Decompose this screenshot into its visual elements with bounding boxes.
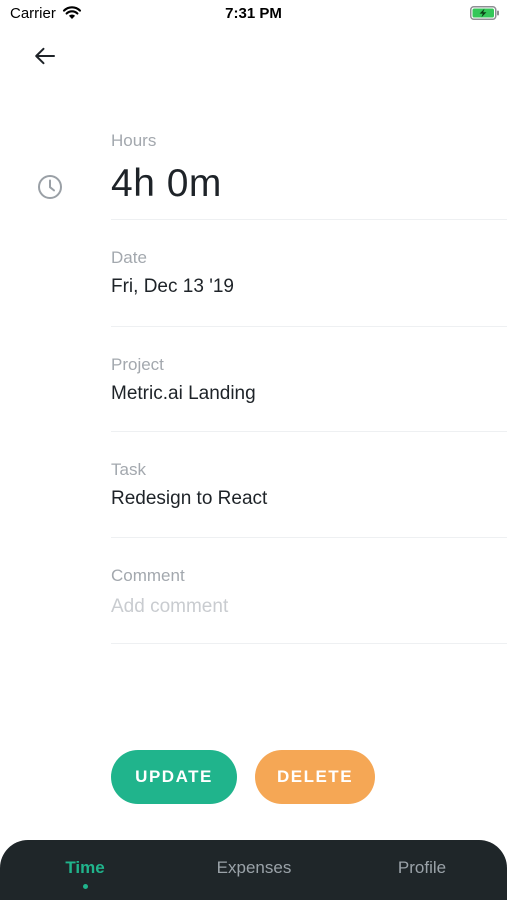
project-value[interactable]: Metric.ai Landing [111, 383, 256, 405]
tab-profile[interactable]: Profile [382, 840, 462, 900]
delete-button[interactable]: DELETE [255, 750, 375, 804]
tab-time-label: Time [65, 858, 105, 877]
battery-charging-icon [470, 6, 499, 20]
date-field[interactable]: Date Fri, Dec 13 '19 [111, 220, 507, 327]
status-bar: Carrier 7:31 PM [0, 0, 507, 28]
hours-label: Hours [111, 131, 157, 150]
arrow-left-icon [35, 47, 55, 65]
tab-bar: Time Expenses Profile [0, 840, 507, 900]
tab-profile-label: Profile [397, 858, 447, 877]
task-field[interactable]: Task Redesign to React [111, 432, 507, 538]
project-field[interactable]: Project Metric.ai Landing [111, 327, 507, 432]
hours-value[interactable]: 4h 0m [111, 162, 222, 206]
active-tab-indicator [82, 884, 88, 889]
comment-field[interactable]: Comment [111, 538, 507, 644]
tab-expenses[interactable]: Expenses [198, 840, 310, 900]
comment-input[interactable] [111, 594, 491, 620]
back-button[interactable] [26, 40, 64, 72]
comment-label: Comment [111, 566, 185, 585]
clock-icon [38, 175, 62, 199]
task-value[interactable]: Redesign to React [111, 488, 267, 510]
date-label: Date [111, 248, 147, 267]
date-value[interactable]: Fri, Dec 13 '19 [111, 276, 234, 298]
tab-time[interactable]: Time [45, 840, 125, 900]
tab-expenses-label: Expenses [216, 858, 292, 877]
task-label: Task [111, 460, 146, 479]
hours-field[interactable]: Hours 4h 0m [111, 124, 507, 220]
update-button[interactable]: UPDATE [111, 750, 237, 804]
project-label: Project [111, 355, 164, 374]
status-time: 7:31 PM [225, 5, 282, 22]
